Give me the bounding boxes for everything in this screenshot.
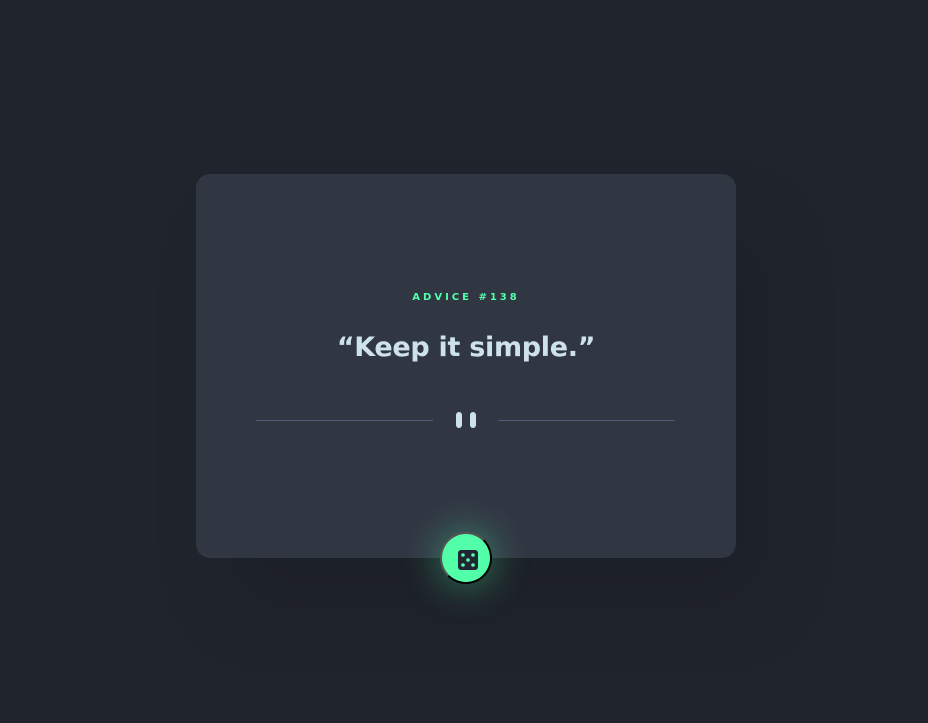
dice-icon bbox=[458, 550, 478, 570]
pause-bar-left bbox=[456, 412, 462, 428]
advice-card: ADVICE #138 “Keep it simple.” bbox=[196, 174, 736, 558]
advice-id: ADVICE #138 bbox=[412, 292, 520, 303]
pause-icon bbox=[455, 412, 477, 428]
divider-line-right bbox=[498, 420, 675, 421]
divider-line-left bbox=[256, 420, 433, 421]
advice-quote: “Keep it simple.” bbox=[336, 332, 596, 363]
new-advice-button[interactable] bbox=[440, 532, 492, 584]
quote-divider bbox=[256, 410, 675, 430]
pause-bar-right bbox=[470, 412, 476, 428]
